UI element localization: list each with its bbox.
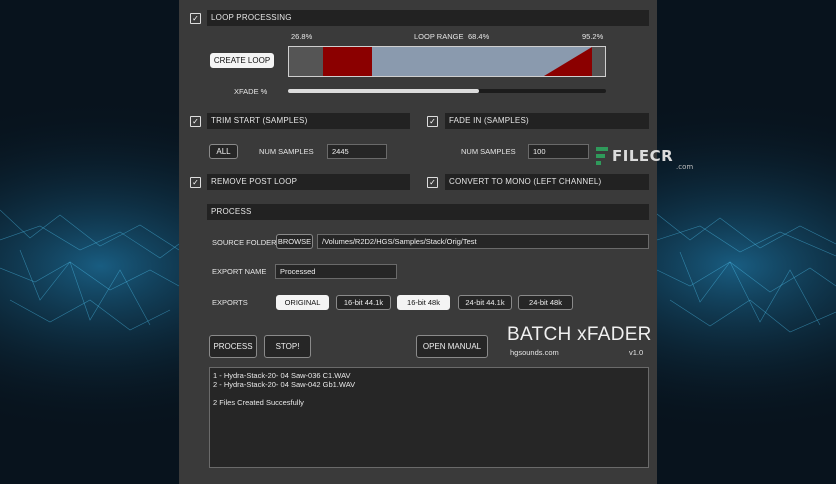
brand-title: BATCH xFADER [507, 324, 652, 345]
loop-start-percent: 26.8% [291, 32, 313, 41]
export-option-button[interactable]: 24-bit 44.1k [458, 295, 512, 310]
export-name-input[interactable]: Processed [275, 264, 397, 279]
xfade-slider[interactable] [288, 89, 606, 93]
create-loop-button[interactable]: CREATE LOOP [210, 53, 274, 68]
log-line: 1 - Hydra-Stack-20- 04 Saw-036 C1.WAV [213, 371, 351, 380]
export-name-label: EXPORT NAME [212, 267, 267, 276]
remove-post-loop-title: REMOVE POST LOOP [211, 177, 298, 186]
browse-button[interactable]: BROWSE [276, 234, 313, 249]
process-button[interactable]: PROCESS [209, 335, 257, 358]
output-log[interactable]: 1 - Hydra-Stack-20- 04 Saw-036 C1.WAV 2 -… [209, 367, 649, 468]
xfade-label: XFADE % [234, 87, 268, 96]
fade-num-samples-label: NUM SAMPLES [461, 147, 516, 156]
exports-label: EXPORTS [212, 298, 248, 307]
remove-post-loop-checkbox[interactable]: ✓ [190, 177, 201, 188]
loop-processing-header: LOOP PROCESSING [207, 10, 649, 26]
fade-num-samples-input[interactable]: 100 [528, 144, 589, 159]
log-line: 2 Files Created Succesfully [213, 398, 304, 407]
stop-button[interactable]: STOP! [264, 335, 311, 358]
export-option-button[interactable]: 16-bit 48k [397, 295, 450, 310]
process-header: PROCESS [207, 204, 649, 220]
convert-mono-header: CONVERT TO MONO (LEFT CHANNEL) [445, 174, 649, 190]
watermark-brand: FILECR [612, 147, 674, 165]
loop-crossfade-ramp [544, 47, 592, 76]
export-option-button[interactable]: ORIGINAL [276, 295, 329, 310]
process-title: PROCESS [211, 207, 252, 216]
xfade-slider-fill [288, 89, 479, 93]
convert-mono-title: CONVERT TO MONO (LEFT CHANNEL) [449, 177, 602, 186]
trim-start-header: TRIM START (SAMPLES) [207, 113, 410, 129]
trim-num-samples-label: NUM SAMPLES [259, 147, 314, 156]
source-folder-path[interactable]: /Volumes/R2D2/HGS/Samples/Stack/Orig/Tes… [317, 234, 649, 249]
trim-num-samples-input[interactable]: 2445 [327, 144, 387, 159]
trim-start-title: TRIM START (SAMPLES) [211, 116, 308, 125]
brand-site: hgsounds.com [510, 348, 559, 357]
watermark-suffix: .com [676, 163, 694, 171]
log-line: 2 - Hydra-Stack-20- 04 Saw-042 Gb1.WAV [213, 380, 356, 389]
filecr-logo-icon [596, 147, 610, 173]
fade-in-header: FADE IN (SAMPLES) [445, 113, 649, 129]
remove-post-loop-header: REMOVE POST LOOP [207, 174, 410, 190]
version-label: v1.0 [629, 348, 644, 357]
fade-in-checkbox[interactable]: ✓ [427, 116, 438, 127]
batch-xfader-window: ✓ LOOP PROCESSING 26.8% LOOP RANGE 68.4%… [179, 0, 657, 484]
trim-all-button[interactable]: ALL [209, 144, 238, 159]
loop-range-label: LOOP RANGE [414, 32, 464, 41]
loop-processing-title: LOOP PROCESSING [211, 13, 292, 22]
source-folder-label: SOURCE FOLDER [212, 238, 277, 247]
trim-start-checkbox[interactable]: ✓ [190, 116, 201, 127]
loop-waveform-display[interactable] [288, 46, 606, 77]
loop-end-percent: 95.2% [582, 32, 604, 41]
open-manual-button[interactable]: OPEN MANUAL [416, 335, 488, 358]
export-option-button[interactable]: 16-bit 44.1k [336, 295, 391, 310]
loop-start-region [323, 47, 372, 76]
loop-processing-checkbox[interactable]: ✓ [190, 13, 201, 24]
convert-mono-checkbox[interactable]: ✓ [427, 177, 438, 188]
loop-range-percent: 68.4% [468, 32, 490, 41]
export-option-button[interactable]: 24-bit 48k [518, 295, 573, 310]
fade-in-title: FADE IN (SAMPLES) [449, 116, 529, 125]
